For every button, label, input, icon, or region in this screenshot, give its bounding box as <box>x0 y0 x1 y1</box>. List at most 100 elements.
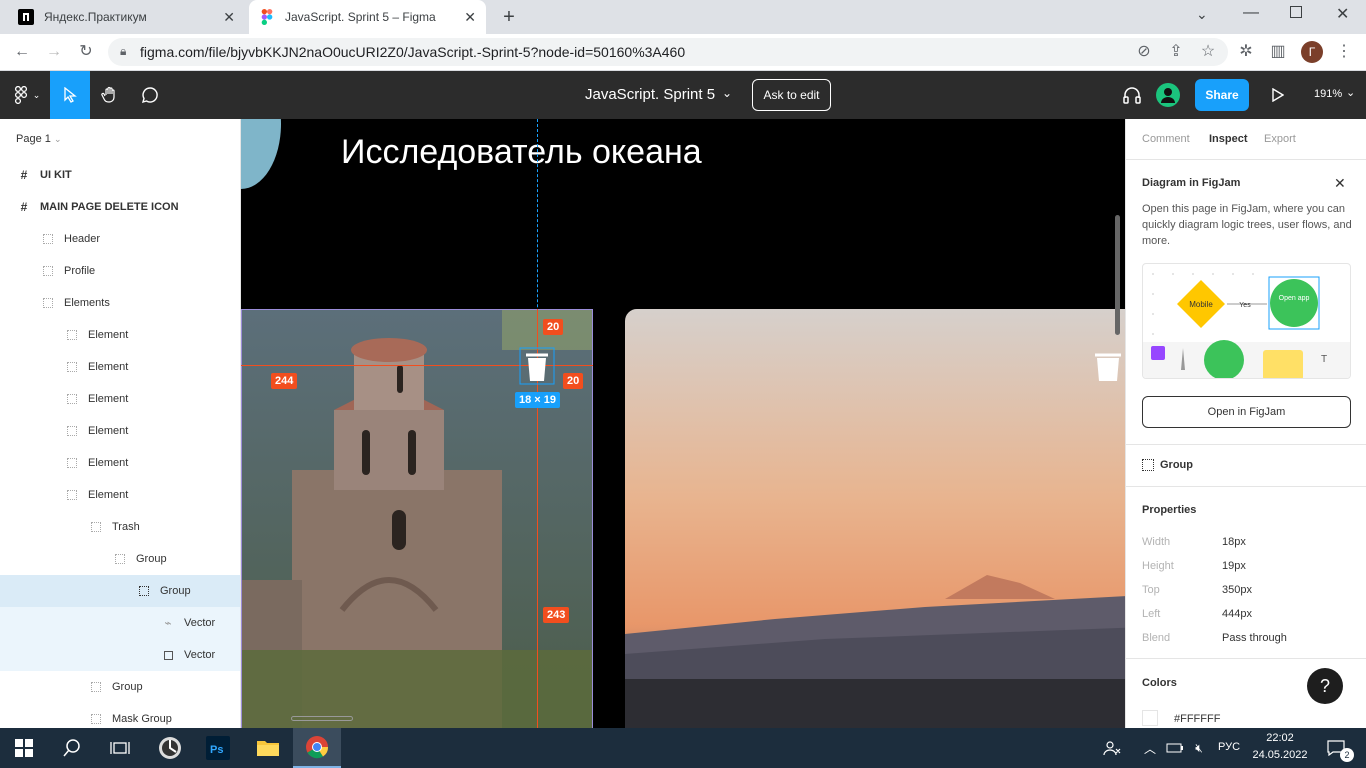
layer-item[interactable]: Group <box>0 575 240 607</box>
share-button[interactable]: Share <box>1195 79 1249 111</box>
layer-item[interactable]: Element <box>0 415 240 447</box>
figjam-open-app-label: Open app <box>1279 295 1310 302</box>
figma-toolbar: ⌄ JavaScript. Sprint 5 ⌄ Ask to edit Sha… <box>0 71 1366 119</box>
bookmark-star-icon[interactable]: ☆ <box>1198 42 1218 62</box>
clock-time[interactable]: 22:02 <box>1254 732 1306 744</box>
layer-item[interactable]: Profile <box>0 255 240 287</box>
move-tool-icon[interactable] <box>50 71 90 119</box>
open-in-figjam-button[interactable]: Open in FigJam <box>1142 396 1351 428</box>
eye-off-icon[interactable]: ⊘ <box>1134 42 1154 62</box>
profile-avatar[interactable]: Г <box>1301 41 1323 63</box>
color-hex-value[interactable]: #FFFFFF <box>1174 713 1220 725</box>
svg-text:T: T <box>1321 354 1327 365</box>
yandex-browser-icon[interactable] <box>146 728 194 768</box>
close-tab-icon[interactable]: ✕ <box>464 9 476 26</box>
canvas-scrollbar-vertical[interactable] <box>1115 215 1120 335</box>
hand-tool-icon[interactable] <box>90 71 130 119</box>
vector-line-icon: ⌁ <box>164 616 172 630</box>
close-window-icon[interactable]: ✕ <box>1336 4 1349 24</box>
color-swatch[interactable] <box>1142 710 1158 726</box>
tab-comment[interactable]: Comment <box>1142 133 1190 145</box>
headphones-icon[interactable] <box>1112 71 1152 119</box>
property-value[interactable]: 18px <box>1222 536 1246 548</box>
comment-tool-icon[interactable] <box>130 71 170 119</box>
design-canvas[interactable]: Исследователь океана 20 20 244 243 18 × … <box>241 119 1125 728</box>
group-icon <box>64 487 80 503</box>
figma-menu-icon[interactable]: ⌄ <box>6 71 46 119</box>
minimize-icon[interactable]: — <box>1243 4 1259 22</box>
layer-item[interactable]: Mask Group <box>0 703 240 728</box>
tab-figma[interactable]: JavaScript. Sprint 5 – Figma ✕ <box>249 0 486 34</box>
layer-label: Element <box>88 425 129 437</box>
layer-item[interactable]: Element <box>0 479 240 511</box>
canvas-heading: Исследователь океана <box>341 133 702 171</box>
layer-label: Trash <box>112 521 140 533</box>
zoom-level[interactable]: 191% <box>1314 88 1342 100</box>
layer-item[interactable]: Element <box>0 383 240 415</box>
clock-date[interactable]: 24.05.2022 <box>1252 749 1308 761</box>
help-button[interactable]: ? <box>1307 668 1343 704</box>
user-avatar[interactable] <box>1156 83 1180 107</box>
trash-icon[interactable] <box>1091 347 1125 390</box>
close-icon[interactable]: ✕ <box>1334 175 1346 192</box>
layer-item[interactable]: Elements <box>0 287 240 319</box>
trash-icon-selected[interactable] <box>519 347 555 385</box>
layer-item[interactable]: Vector <box>0 639 240 671</box>
tab-export[interactable]: Export <box>1264 133 1296 145</box>
tray-chevron-icon[interactable]: ︿ <box>1140 728 1160 768</box>
layer-item[interactable]: ⌁ Vector <box>0 607 240 639</box>
battery-icon[interactable] <box>1164 728 1186 768</box>
layer-item[interactable]: Element <box>0 319 240 351</box>
back-icon[interactable]: ← <box>12 42 32 62</box>
people-icon[interactable] <box>1092 728 1132 768</box>
property-value[interactable]: 19px <box>1222 560 1246 572</box>
layer-item[interactable]: # MAIN PAGE DELETE ICON <box>0 191 240 223</box>
restore-icon[interactable] <box>1290 6 1302 18</box>
search-icon[interactable] <box>48 728 96 768</box>
windows-start-icon[interactable] <box>0 728 48 768</box>
chrome-icon[interactable] <box>293 728 341 768</box>
figjam-preview: Mobile Yes Open app T <box>1142 263 1351 379</box>
property-value[interactable]: Pass through <box>1222 632 1287 644</box>
new-tab-icon[interactable]: + <box>498 6 520 28</box>
share-page-icon[interactable]: ⇪ <box>1166 42 1186 62</box>
praktikum-favicon <box>18 9 34 25</box>
side-panel-icon[interactable]: ▥ <box>1268 42 1288 62</box>
present-play-icon[interactable] <box>1258 71 1298 119</box>
ask-to-edit-button[interactable]: Ask to edit <box>752 79 831 111</box>
layer-item[interactable]: Group <box>0 671 240 703</box>
language-indicator[interactable]: РУС <box>1218 741 1240 753</box>
notifications-icon[interactable]: 2 <box>1316 728 1356 768</box>
forward-icon[interactable]: → <box>44 42 64 62</box>
property-value[interactable]: 444px <box>1222 608 1252 620</box>
sunset-card-image[interactable] <box>625 309 1125 728</box>
layer-item[interactable]: Trash <box>0 511 240 543</box>
tab-search-chevron-icon[interactable]: ⌄ <box>1196 6 1208 23</box>
extensions-icon[interactable]: ✲ <box>1236 42 1256 62</box>
browser-menu-icon[interactable]: ⋮ <box>1334 42 1354 62</box>
tab-inspect[interactable]: Inspect <box>1209 133 1248 145</box>
zoom-chevron-icon[interactable]: ⌄ <box>1346 86 1355 99</box>
volume-muted-icon[interactable]: 🔇︎ <box>1188 728 1210 768</box>
property-label: Left <box>1142 608 1161 620</box>
layer-item[interactable]: Header <box>0 223 240 255</box>
measure-badge-bottom: 243 <box>543 607 570 623</box>
tab-yandex-praktikum[interactable]: Яндекс.Практикум ✕ <box>8 0 245 34</box>
group-icon <box>40 263 56 279</box>
layer-item[interactable]: Element <box>0 447 240 479</box>
layer-item[interactable]: # UI KIT <box>0 159 240 191</box>
file-title-chevron-icon[interactable]: ⌄ <box>722 86 732 100</box>
photoshop-icon[interactable]: Ps <box>194 728 242 768</box>
reload-icon[interactable]: ↻ <box>76 42 96 62</box>
file-title[interactable]: JavaScript. Sprint 5 <box>585 86 715 103</box>
layer-label: Header <box>64 233 101 245</box>
url-field[interactable]: 🔒︎ figma.com/file/bjyvbKKJN2naO0ucURI2Z0… <box>108 38 1228 66</box>
property-value[interactable]: 350px <box>1222 584 1252 596</box>
page-selector[interactable]: Page 1 ⌄ <box>16 133 61 145</box>
layer-item[interactable]: Group <box>0 543 240 575</box>
close-tab-icon[interactable]: ✕ <box>223 9 235 26</box>
canvas-scrollbar-horizontal[interactable] <box>291 716 353 721</box>
layer-item[interactable]: Element <box>0 351 240 383</box>
file-explorer-icon[interactable] <box>244 728 292 768</box>
task-view-icon[interactable] <box>96 728 144 768</box>
